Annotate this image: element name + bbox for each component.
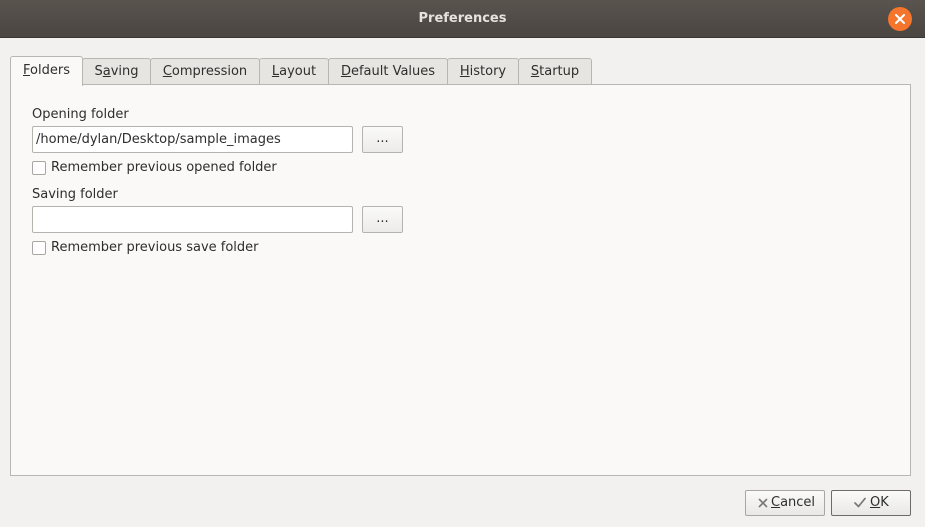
saving-folder-label: Saving folder [32,187,118,202]
dialog-body: Folders Saving Compression Layout Defaul… [0,38,925,527]
tab-compression[interactable]: Compression [150,58,260,84]
tab-default-values[interactable]: Default Values [328,58,448,84]
tab-saving-mnemonic: a [102,64,111,79]
title-bar: Preferences [0,0,925,38]
tab-history-label: istory [469,64,507,79]
check-icon [854,497,866,508]
tab-compression-mnemonic: C [162,64,172,79]
opening-folder-browse-button[interactable]: ... [362,126,403,153]
tab-default-values-mnemonic: D [340,64,351,79]
remember-opened-folder-checkbox[interactable] [32,161,46,175]
window-title: Preferences [418,11,507,26]
tab-startup[interactable]: Startup [518,58,592,84]
cancel-label: ancel [780,495,816,510]
tab-compression-label: ompression [171,64,248,79]
opening-folder-input[interactable]: /home/dylan/Desktop/sample_images [32,126,353,153]
tab-saving-label: ving [110,64,139,79]
tab-history[interactable]: History [447,58,519,84]
tab-folders-mnemonic: F [23,63,31,78]
close-icon [895,14,905,24]
tab-saving[interactable]: Saving [82,58,151,84]
tab-layout[interactable]: Layout [259,58,329,84]
cancel-icon [758,498,768,508]
folders-panel: Opening folder /home/dylan/Desktop/sampl… [10,84,911,476]
close-button[interactable] [888,7,912,31]
tab-folders[interactable]: Folders [10,56,83,86]
saving-folder-input[interactable] [32,206,353,233]
opening-folder-label: Opening folder [32,107,129,122]
tab-layout-label: ayout [279,64,317,79]
ok-label: K [880,495,889,510]
tab-history-mnemonic: H [459,64,470,79]
cancel-button[interactable]: Cancel [745,490,825,516]
tab-folders-label: olders [30,63,70,78]
remember-save-folder-label: Remember previous save folder [51,240,259,255]
ok-button[interactable]: OK [831,490,911,516]
remember-save-folder-checkbox[interactable] [32,241,46,255]
cancel-mnemonic: C [771,495,781,510]
ok-mnemonic: O [870,495,881,510]
tab-startup-label: tartup [539,64,580,79]
tab-default-values-label: efault Values [350,64,436,79]
remember-opened-folder-label: Remember previous opened folder [51,160,277,175]
tab-saving-label-pre: S [94,64,103,79]
tab-startup-mnemonic: S [530,64,540,79]
saving-folder-browse-button[interactable]: ... [362,206,403,233]
